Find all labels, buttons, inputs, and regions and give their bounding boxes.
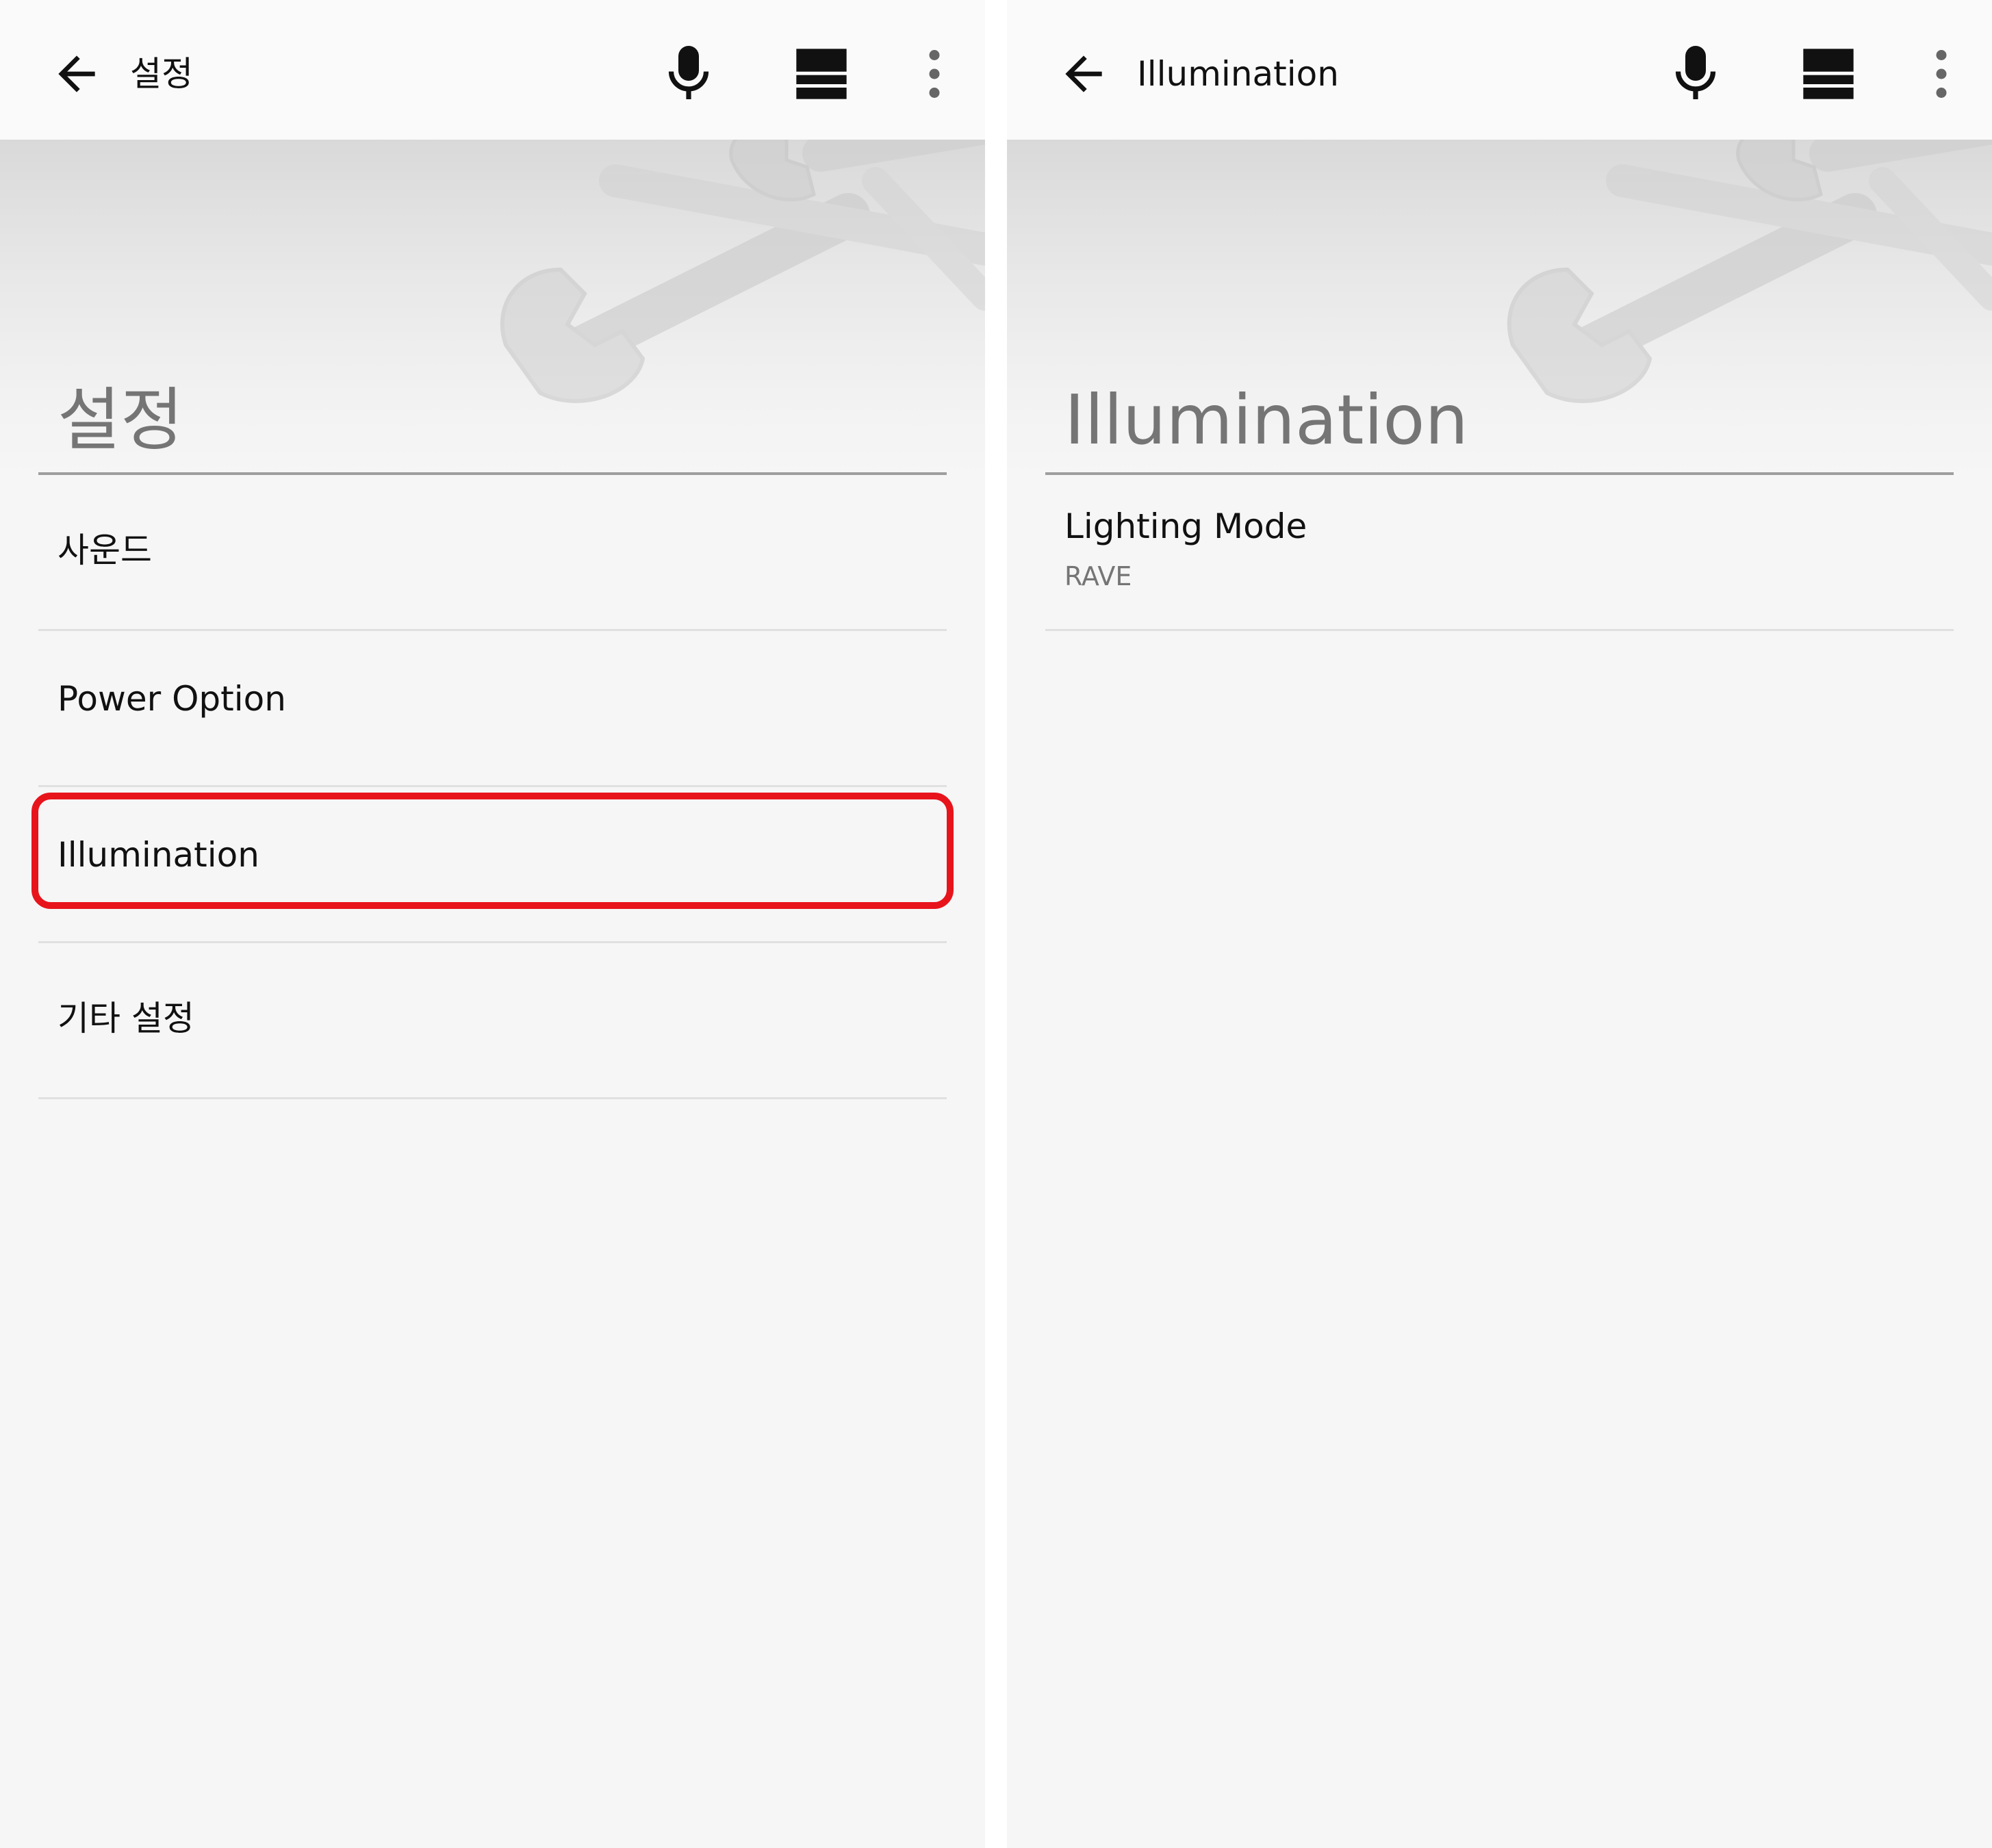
settings-item-illumination[interactable]: Illumination [31, 787, 954, 943]
settings-item-label: Power Option [58, 679, 286, 719]
header-banner: 설정 [0, 140, 985, 482]
header-banner: Illumination [1007, 140, 1992, 482]
microphone-icon[interactable] [1671, 44, 1720, 101]
settings-item-other-settings[interactable]: 기타 설정 [38, 943, 947, 1099]
app-toolbar: Illumination [1007, 0, 1992, 140]
settings-item-label: Illumination [58, 835, 259, 875]
back-arrow-icon[interactable] [49, 47, 104, 101]
settings-item-value: RAVE [1064, 561, 1132, 591]
wrench-icon [1507, 140, 1992, 403]
more-vert-icon[interactable] [1924, 47, 1958, 101]
grid-view-icon[interactable] [794, 47, 849, 101]
app-toolbar: 설정 [0, 0, 985, 140]
more-vert-icon[interactable] [917, 47, 952, 101]
settings-screen: 설정 설정 사운드 Power Option Illumination 기타 설… [0, 0, 985, 1848]
back-arrow-icon[interactable] [1056, 47, 1111, 101]
toolbar-title: 설정 [130, 54, 193, 94]
settings-list: Lighting Mode RAVE [1045, 475, 1954, 631]
grid-view-icon[interactable] [1801, 47, 1856, 101]
settings-item-label: 기타 설정 [58, 999, 194, 1038]
settings-item-sound[interactable]: 사운드 [38, 475, 947, 631]
page-title: 설정 [58, 380, 183, 460]
wrench-icon [500, 140, 985, 403]
toolbar-title: Illumination [1137, 54, 1339, 94]
settings-list: 사운드 Power Option Illumination 기타 설정 [31, 475, 954, 1099]
settings-item-lighting-mode[interactable]: Lighting Mode RAVE [1045, 475, 1954, 631]
settings-item-label: 사운드 [58, 530, 152, 570]
page-title: Illumination [1064, 380, 1468, 460]
illumination-screen: Illumination Illumination Lighting Mode … [1007, 0, 1992, 1848]
settings-item-label: Lighting Mode [1064, 506, 1307, 546]
microphone-icon[interactable] [664, 44, 713, 101]
settings-item-power-option[interactable]: Power Option [38, 631, 947, 787]
